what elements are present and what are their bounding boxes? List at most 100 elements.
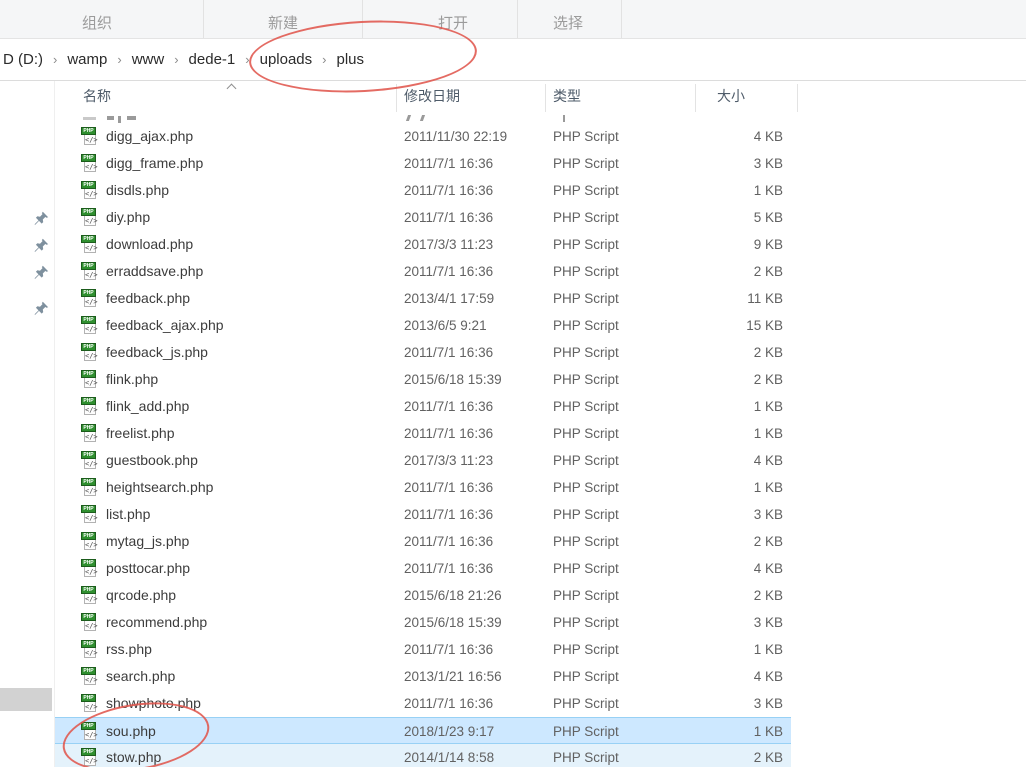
file-date-modified: 2011/7/1 16:36 <box>404 636 493 663</box>
pushpin-icon <box>33 301 49 317</box>
file-row[interactable]: PHP </> list.php 2011/7/1 16:36 PHP Scri… <box>55 501 791 528</box>
file-name: digg_frame.php <box>106 150 203 177</box>
file-name: rss.php <box>106 636 152 663</box>
scrollbar-fragment <box>0 688 52 711</box>
file-size: 2 KB <box>615 528 783 555</box>
column-header-date-modified[interactable]: 修改日期 <box>404 86 460 106</box>
file-list: PHP </> digg_ajax.php 2011/11/30 22:19 P… <box>55 112 1026 767</box>
file-date-modified: 2018/1/23 9:17 <box>404 718 494 745</box>
file-size: 3 KB <box>615 501 783 528</box>
file-row[interactable]: PHP </> mytag_js.php 2011/7/1 16:36 PHP … <box>55 528 791 555</box>
file-date-modified: 2013/1/21 16:56 <box>404 663 502 690</box>
file-date-modified: 2011/7/1 16:36 <box>404 258 493 285</box>
file-type: PHP Script <box>553 474 619 501</box>
column-header-size[interactable]: 大小 <box>717 86 745 106</box>
explorer-window: 组织 新建 打开 选择 D (D:) › wamp › www › dede-1… <box>0 0 1026 767</box>
file-date-modified: 2011/7/1 16:36 <box>404 204 493 231</box>
file-type: PHP Script <box>553 366 619 393</box>
file-row[interactable]: PHP </> digg_frame.php 2011/7/1 16:36 PH… <box>55 150 791 177</box>
file-date-modified: 2011/7/1 16:36 <box>404 393 493 420</box>
file-name: stow.php <box>106 744 161 767</box>
file-type: PHP Script <box>553 718 619 745</box>
file-size: 1 KB <box>615 177 783 204</box>
file-date-modified: 2011/7/1 16:36 <box>404 420 493 447</box>
ribbon-separator <box>362 0 363 38</box>
file-date-modified: 2017/3/3 11:23 <box>404 231 493 258</box>
file-size: 2 KB <box>615 366 783 393</box>
file-row[interactable]: PHP </> diy.php 2011/7/1 16:36 PHP Scrip… <box>55 204 791 231</box>
column-divider[interactable] <box>545 84 546 112</box>
file-date-modified: 2017/3/3 11:23 <box>404 447 493 474</box>
php-file-icon: PHP </> <box>81 586 99 605</box>
breadcrumb-item-dede-1[interactable]: dede-1 <box>180 47 245 72</box>
file-row[interactable]: PHP </> showphoto.php 2011/7/1 16:36 PHP… <box>55 690 791 717</box>
file-row[interactable]: PHP </> rss.php 2011/7/1 16:36 PHP Scrip… <box>55 636 791 663</box>
file-row[interactable]: PHP </> heightsearch.php 2011/7/1 16:36 … <box>55 474 791 501</box>
file-row[interactable]: PHP </> erraddsave.php 2011/7/1 16:36 PH… <box>55 258 791 285</box>
column-divider[interactable] <box>396 84 397 112</box>
php-file-icon: PHP </> <box>81 478 99 497</box>
file-type: PHP Script <box>553 636 619 663</box>
file-date-modified: 2011/7/1 16:36 <box>404 177 493 204</box>
ribbon-group-organize: 组织 <box>82 0 112 38</box>
file-size: 4 KB <box>615 123 783 150</box>
php-file-icon: PHP </> <box>81 262 99 281</box>
breadcrumb-item-uploads[interactable]: uploads <box>251 47 322 72</box>
file-row[interactable]: PHP </> download.php 2017/3/3 11:23 PHP … <box>55 231 791 258</box>
ribbon-group-select: 选择 <box>553 0 583 38</box>
file-name: erraddsave.php <box>106 258 203 285</box>
file-size: 1 KB <box>615 420 783 447</box>
column-header-type[interactable]: 类型 <box>553 86 581 106</box>
ribbon-separator <box>203 0 204 38</box>
file-type: PHP Script <box>553 501 619 528</box>
ribbon-group-open: 打开 <box>438 0 468 38</box>
file-type: PHP Script <box>553 258 619 285</box>
file-type: PHP Script <box>553 528 619 555</box>
file-row[interactable]: PHP </> feedback_ajax.php 2013/6/5 9:21 … <box>55 312 791 339</box>
file-row[interactable]: PHP </> sou.php 2018/1/23 9:17 PHP Scrip… <box>55 717 791 744</box>
file-size: 1 KB <box>615 718 783 745</box>
clipped-file-row[interactable] <box>55 112 791 123</box>
file-name: feedback_ajax.php <box>106 312 224 339</box>
file-row[interactable]: PHP </> recommend.php 2015/6/18 15:39 PH… <box>55 609 791 636</box>
file-row[interactable]: PHP </> qrcode.php 2015/6/18 21:26 PHP S… <box>55 582 791 609</box>
file-row[interactable]: PHP </> stow.php 2014/1/14 8:58 PHP Scri… <box>55 744 791 767</box>
file-row[interactable]: PHP </> search.php 2013/1/21 16:56 PHP S… <box>55 663 791 690</box>
php-file-icon: PHP </> <box>81 397 99 416</box>
file-size: 15 KB <box>615 312 783 339</box>
file-name: flink_add.php <box>106 393 189 420</box>
file-size: 1 KB <box>615 474 783 501</box>
column-header-name[interactable]: 名称 <box>83 86 111 106</box>
ribbon-separator <box>621 0 622 38</box>
php-file-icon: PHP </> <box>81 505 99 524</box>
file-row[interactable]: PHP </> digg_ajax.php 2011/11/30 22:19 P… <box>55 123 791 150</box>
file-row[interactable]: PHP </> feedback.php 2013/4/1 17:59 PHP … <box>55 285 791 312</box>
breadcrumb-item-wamp[interactable]: wamp <box>58 47 116 72</box>
php-file-icon: PHP </> <box>81 694 99 713</box>
column-divider[interactable] <box>695 84 696 112</box>
pushpin-icon <box>33 238 49 254</box>
file-row[interactable]: PHP </> posttocar.php 2011/7/1 16:36 PHP… <box>55 555 791 582</box>
file-date-modified: 2011/7/1 16:36 <box>404 690 493 717</box>
file-row[interactable]: PHP </> freelist.php 2011/7/1 16:36 PHP … <box>55 420 791 447</box>
file-row[interactable]: PHP </> feedback_js.php 2011/7/1 16:36 P… <box>55 339 791 366</box>
ribbon-separator <box>517 0 518 38</box>
breadcrumb-item-www[interactable]: www <box>123 47 174 72</box>
php-file-icon: PHP </> <box>81 235 99 254</box>
file-type: PHP Script <box>553 123 619 150</box>
file-size: 4 KB <box>615 555 783 582</box>
file-size: 1 KB <box>615 636 783 663</box>
column-divider[interactable] <box>797 84 798 112</box>
file-size: 9 KB <box>615 231 783 258</box>
breadcrumb-item-plus[interactable]: plus <box>328 47 374 72</box>
file-date-modified: 2014/1/14 8:58 <box>404 744 494 767</box>
file-row[interactable]: PHP </> disdls.php 2011/7/1 16:36 PHP Sc… <box>55 177 791 204</box>
file-name: qrcode.php <box>106 582 176 609</box>
file-type: PHP Script <box>553 231 619 258</box>
file-row[interactable]: PHP </> guestbook.php 2017/3/3 11:23 PHP… <box>55 447 791 474</box>
file-row[interactable]: PHP </> flink_add.php 2011/7/1 16:36 PHP… <box>55 393 791 420</box>
file-size: 2 KB <box>615 582 783 609</box>
php-file-icon: PHP </> <box>81 559 99 578</box>
breadcrumb-item-drive[interactable]: D (D:) <box>0 47 52 72</box>
file-row[interactable]: PHP </> flink.php 2015/6/18 15:39 PHP Sc… <box>55 366 791 393</box>
